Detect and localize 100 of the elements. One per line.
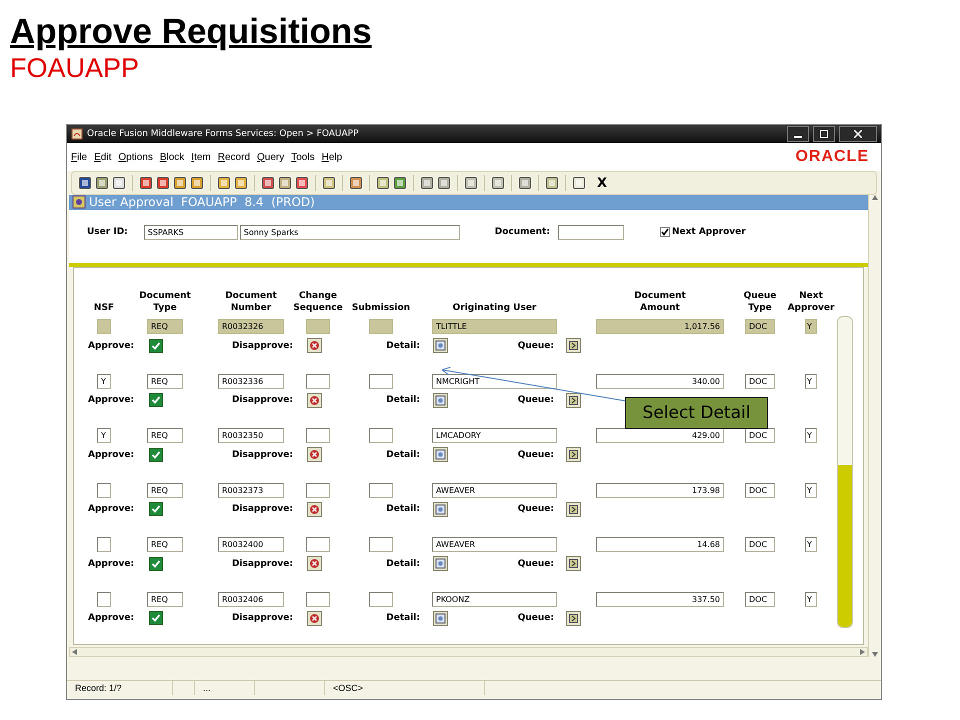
amount-field[interactable]: 340.00 xyxy=(596,374,724,388)
document-type-field[interactable]: REQ xyxy=(147,428,183,443)
tool-icon[interactable] xyxy=(190,176,204,190)
detail-button[interactable] xyxy=(433,338,448,353)
amount-field[interactable]: 1,017.56 xyxy=(596,319,724,334)
originating-user-field[interactable]: NMCRIGHT xyxy=(432,374,557,388)
originating-user-field[interactable]: AWEAVER xyxy=(432,537,557,552)
submission-field[interactable] xyxy=(369,537,393,552)
document-type-field[interactable]: REQ xyxy=(147,482,183,498)
menu-item[interactable]: Block xyxy=(160,152,184,162)
tool-icon[interactable] xyxy=(156,176,170,190)
document-number-field[interactable]: R0032406 xyxy=(218,592,284,606)
amount-field[interactable]: 337.50 xyxy=(596,592,724,606)
disapprove-button[interactable] xyxy=(307,338,322,353)
nsf-field[interactable] xyxy=(97,319,111,334)
queue-button[interactable] xyxy=(566,610,581,626)
change-sequence-field[interactable] xyxy=(306,592,330,606)
change-sequence-field[interactable] xyxy=(306,319,330,334)
approve-checkbox[interactable] xyxy=(149,448,163,462)
queue-button[interactable] xyxy=(566,338,581,353)
tool-icon[interactable] xyxy=(234,176,248,190)
approve-checkbox[interactable] xyxy=(149,556,163,570)
menu-item[interactable]: Help xyxy=(322,152,342,162)
originating-user-field[interactable]: LMCADORY xyxy=(432,428,557,443)
queue-type-field[interactable]: DOC xyxy=(745,537,775,552)
queue-type-field[interactable]: DOC xyxy=(745,319,775,334)
document-number-field[interactable]: R0032326 xyxy=(218,319,284,334)
submission-field[interactable] xyxy=(369,319,393,334)
queue-type-field[interactable]: DOC xyxy=(745,482,775,498)
document-number-field[interactable]: R0032350 xyxy=(218,428,284,443)
menu-item[interactable]: Record xyxy=(218,152,250,162)
nsf-field[interactable]: Y xyxy=(97,428,111,443)
next-approver-field[interactable]: Y xyxy=(805,428,817,443)
tool-icon[interactable] xyxy=(322,176,336,190)
queue-type-field[interactable]: DOC xyxy=(745,374,775,388)
detail-button[interactable] xyxy=(433,392,448,408)
detail-button[interactable] xyxy=(433,502,448,516)
tool-icon[interactable] xyxy=(420,176,434,190)
horizontal-scrollbar[interactable] xyxy=(69,647,868,657)
queue-button[interactable] xyxy=(566,556,581,571)
detail-button[interactable] xyxy=(433,556,448,571)
approve-checkbox[interactable] xyxy=(149,338,163,352)
originating-user-field[interactable]: AWEAVER xyxy=(432,482,557,498)
document-number-field[interactable]: R0032336 xyxy=(218,374,284,388)
close-button[interactable] xyxy=(839,126,877,142)
originating-user-field[interactable]: PKOONZ xyxy=(432,592,557,606)
disapprove-button[interactable] xyxy=(307,556,322,571)
queue-button[interactable] xyxy=(566,447,581,462)
submission-field[interactable] xyxy=(369,592,393,606)
next-approver-field[interactable]: Y xyxy=(805,319,817,334)
menu-item[interactable]: Options xyxy=(118,152,153,162)
menu-item[interactable]: Edit xyxy=(94,152,112,162)
disapprove-button[interactable] xyxy=(307,610,322,626)
next-approver-field[interactable]: Y xyxy=(805,482,817,498)
tool-icon[interactable] xyxy=(173,176,187,190)
queue-type-field[interactable]: DOC xyxy=(745,592,775,606)
disapprove-button[interactable] xyxy=(307,392,322,408)
scroll-down-icon[interactable] xyxy=(872,652,878,657)
maximize-button[interactable] xyxy=(813,126,835,142)
menu-item[interactable]: File xyxy=(71,152,88,162)
user-name-field[interactable]: Sonny Sparks xyxy=(240,224,460,240)
approve-checkbox[interactable] xyxy=(149,502,163,516)
change-sequence-field[interactable] xyxy=(306,482,330,498)
user-id-field[interactable]: SSPARKS xyxy=(144,224,238,240)
document-field[interactable] xyxy=(558,224,624,240)
exit-button[interactable]: X xyxy=(597,176,608,190)
menu-item[interactable]: Tools xyxy=(291,152,315,162)
document-type-field[interactable]: REQ xyxy=(147,319,183,334)
tool-icon[interactable] xyxy=(278,176,292,190)
nsf-field[interactable] xyxy=(97,482,111,498)
tool-icon[interactable] xyxy=(295,176,309,190)
nsf-field[interactable]: Y xyxy=(97,374,111,388)
scroll-right-icon[interactable] xyxy=(860,649,865,655)
next-approver-field[interactable]: Y xyxy=(805,537,817,552)
queue-button[interactable] xyxy=(566,502,581,516)
originating-user-field[interactable]: TLITTLE xyxy=(432,319,557,334)
nsf-field[interactable] xyxy=(97,537,111,552)
minimize-button[interactable] xyxy=(787,126,809,142)
document-type-field[interactable]: REQ xyxy=(147,374,183,388)
menu-item[interactable]: Query xyxy=(257,152,284,162)
submission-field[interactable] xyxy=(369,428,393,443)
next-approver-field[interactable]: Y xyxy=(805,592,817,606)
submission-field[interactable] xyxy=(369,482,393,498)
tool-icon[interactable] xyxy=(464,176,478,190)
menu-item[interactable]: Item xyxy=(191,152,211,162)
approve-checkbox[interactable] xyxy=(149,611,163,625)
disapprove-button[interactable] xyxy=(307,447,322,462)
disapprove-button[interactable] xyxy=(307,502,322,516)
document-type-field[interactable]: REQ xyxy=(147,592,183,606)
scroll-left-icon[interactable] xyxy=(72,649,77,655)
window-scrollbar[interactable] xyxy=(868,195,881,657)
tool-icon[interactable] xyxy=(261,176,275,190)
approve-checkbox[interactable] xyxy=(149,393,163,407)
amount-field[interactable]: 14.68 xyxy=(596,537,724,552)
document-number-field[interactable]: R0032373 xyxy=(218,482,284,498)
amount-field[interactable]: 173.98 xyxy=(596,482,724,498)
change-sequence-field[interactable] xyxy=(306,537,330,552)
tool-icon[interactable] xyxy=(139,176,153,190)
change-sequence-field[interactable] xyxy=(306,428,330,443)
document-type-field[interactable]: REQ xyxy=(147,537,183,552)
